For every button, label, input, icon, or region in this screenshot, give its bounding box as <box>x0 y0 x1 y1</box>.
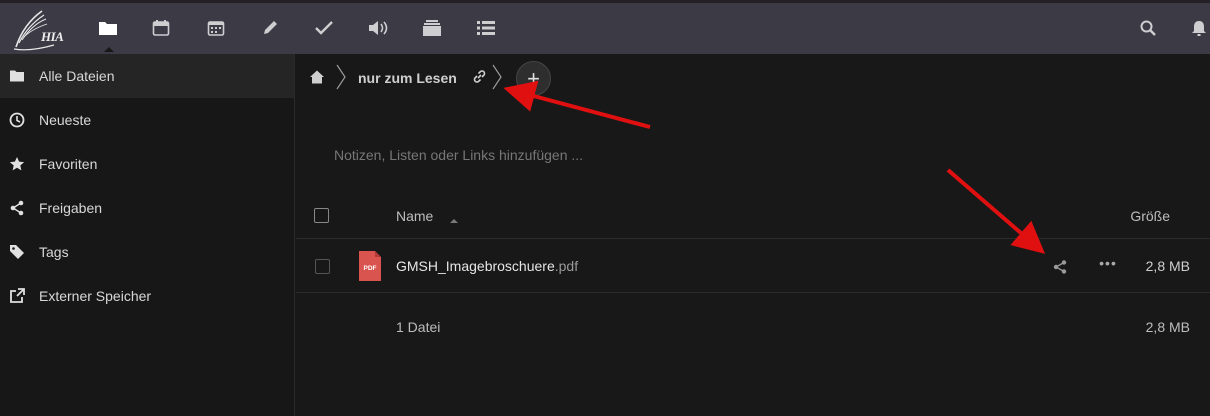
sort-ascending-icon <box>449 212 459 223</box>
sidebar-item-recent[interactable]: Neueste <box>0 98 294 142</box>
column-header-name[interactable]: Name <box>396 208 433 224</box>
link-icon[interactable] <box>472 69 487 84</box>
file-basename: GMSH_Imagebroschuere <box>396 258 555 274</box>
app-calendar-grid-icon[interactable] <box>205 17 227 39</box>
clock-icon <box>9 112 25 128</box>
share-icon <box>9 200 25 216</box>
more-actions-icon[interactable]: ••• <box>1098 255 1118 275</box>
sidebar-item-label: Tags <box>39 244 69 260</box>
search-icon[interactable] <box>1137 17 1159 39</box>
summary-total-size: 2,8 MB <box>1145 319 1190 335</box>
notification-bell-icon[interactable] <box>1188 17 1210 39</box>
logo-text: HIA <box>41 29 64 44</box>
file-extension: .pdf <box>554 258 579 274</box>
folder-icon <box>9 68 25 84</box>
star-icon <box>9 156 25 172</box>
row-checkbox[interactable] <box>315 259 330 274</box>
sidebar-item-all-files[interactable]: Alle Dateien <box>0 54 294 98</box>
sidebar-item-label: Alle Dateien <box>39 68 115 84</box>
sidebar: Alle Dateien Neueste Favoriten Freigaben… <box>0 54 295 416</box>
app-list-icon[interactable] <box>475 17 497 39</box>
select-all-checkbox[interactable] <box>314 208 329 223</box>
chevron-right-icon <box>492 64 502 90</box>
sidebar-item-favorites[interactable]: Favoriten <box>0 142 294 186</box>
file-list-header: Name Größe <box>296 193 1210 239</box>
app-audio-speaker-icon[interactable] <box>367 17 389 39</box>
top-navigation-bar: HIA <box>0 0 1210 54</box>
file-size: 2,8 MB <box>1145 258 1190 274</box>
notes-input[interactable] <box>334 140 834 170</box>
main-content: nur zum Lesen + Name Größe PDF GMSH_Imag… <box>296 54 1210 416</box>
app-tasks-check-icon[interactable] <box>313 17 335 39</box>
file-name[interactable]: GMSH_Imagebroschuere.pdf <box>396 258 578 274</box>
home-icon[interactable] <box>309 69 325 85</box>
sidebar-item-shares[interactable]: Freigaben <box>0 186 294 230</box>
file-list-summary: 1 Datei 2,8 MB <box>296 294 1210 360</box>
pdf-file-icon: PDF <box>358 251 382 281</box>
add-new-button[interactable]: + <box>516 61 551 96</box>
external-link-icon <box>9 288 25 304</box>
sidebar-item-tags[interactable]: Tags <box>0 230 294 274</box>
sidebar-item-label: Freigaben <box>39 200 103 216</box>
chevron-right-icon <box>336 64 346 90</box>
breadcrumb-folder[interactable]: nur zum Lesen <box>358 70 457 86</box>
column-header-size[interactable]: Größe <box>1130 208 1170 224</box>
table-row[interactable]: PDF GMSH_Imagebroschuere.pdf ••• 2,8 MB <box>296 239 1210 293</box>
sidebar-item-label: Externer Speicher <box>39 288 152 304</box>
share-icon[interactable] <box>1052 259 1068 275</box>
app-files-icon[interactable] <box>97 17 119 52</box>
tag-icon <box>9 244 25 260</box>
sidebar-item-label: Neueste <box>39 112 92 128</box>
summary-file-count: 1 Datei <box>396 319 441 335</box>
sidebar-item-label: Favoriten <box>39 156 98 172</box>
sidebar-item-external-storage[interactable]: Externer Speicher <box>0 274 294 318</box>
app-deck-icon[interactable] <box>421 17 443 39</box>
app-notes-pencil-icon[interactable] <box>259 17 281 39</box>
pdf-type-label: PDF <box>364 265 377 272</box>
app-calendar-icon[interactable] <box>150 17 172 39</box>
